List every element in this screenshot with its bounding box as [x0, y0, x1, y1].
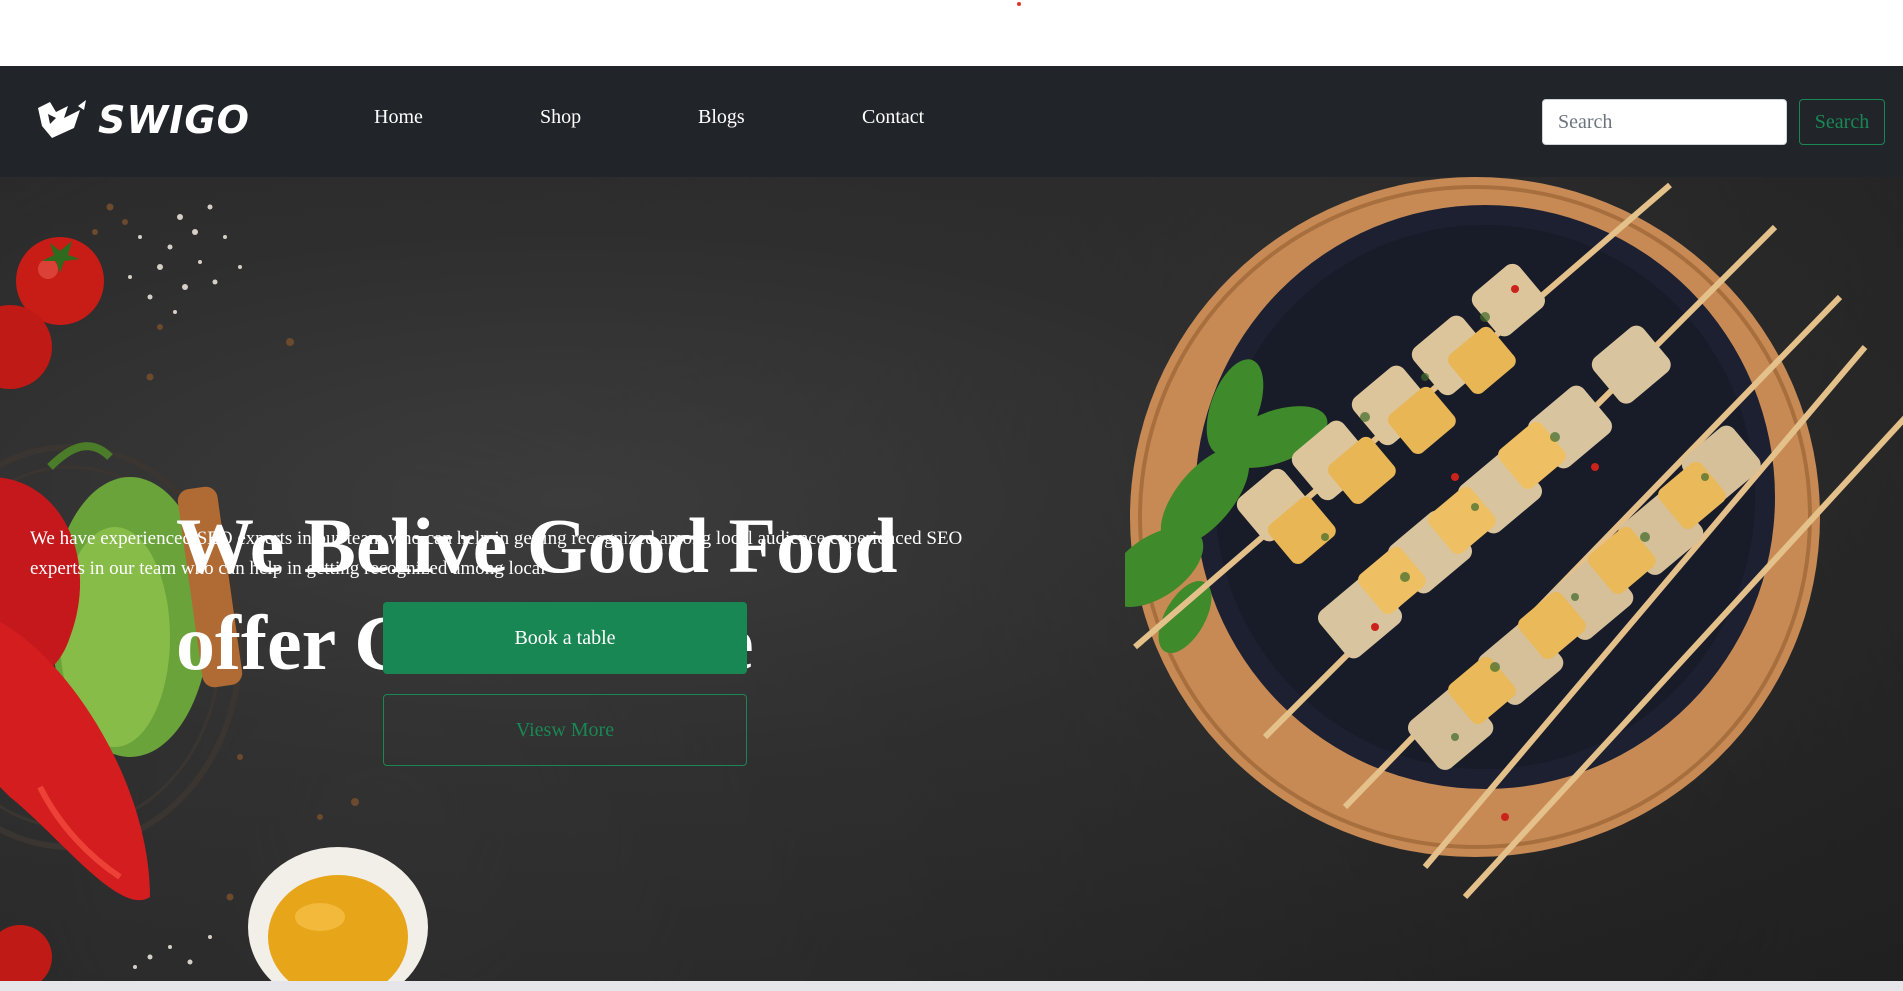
- book-table-button[interactable]: Book a table: [383, 602, 747, 674]
- red-dot-marker: [1017, 2, 1021, 6]
- top-blank-strip: [0, 0, 1903, 66]
- bottom-scroll-bar: [0, 981, 1903, 991]
- kebab-plate-image: [1125, 177, 1903, 900]
- nav-contact-link[interactable]: Contact: [862, 106, 924, 129]
- nav-blogs-link[interactable]: Blogs: [698, 106, 745, 129]
- view-more-button[interactable]: Viesw More: [383, 694, 747, 766]
- brand-name: SWIGO: [98, 98, 250, 142]
- swigo-logo-icon: [34, 98, 90, 142]
- brand-logo-link[interactable]: SWIGO: [34, 96, 250, 144]
- search-button[interactable]: Search: [1799, 99, 1885, 145]
- nav-shop-link[interactable]: Shop: [540, 106, 581, 129]
- search-input[interactable]: [1542, 99, 1787, 145]
- hero-description: We have experienced SEO experts in our t…: [30, 528, 963, 579]
- nav-home-link[interactable]: Home: [374, 106, 423, 129]
